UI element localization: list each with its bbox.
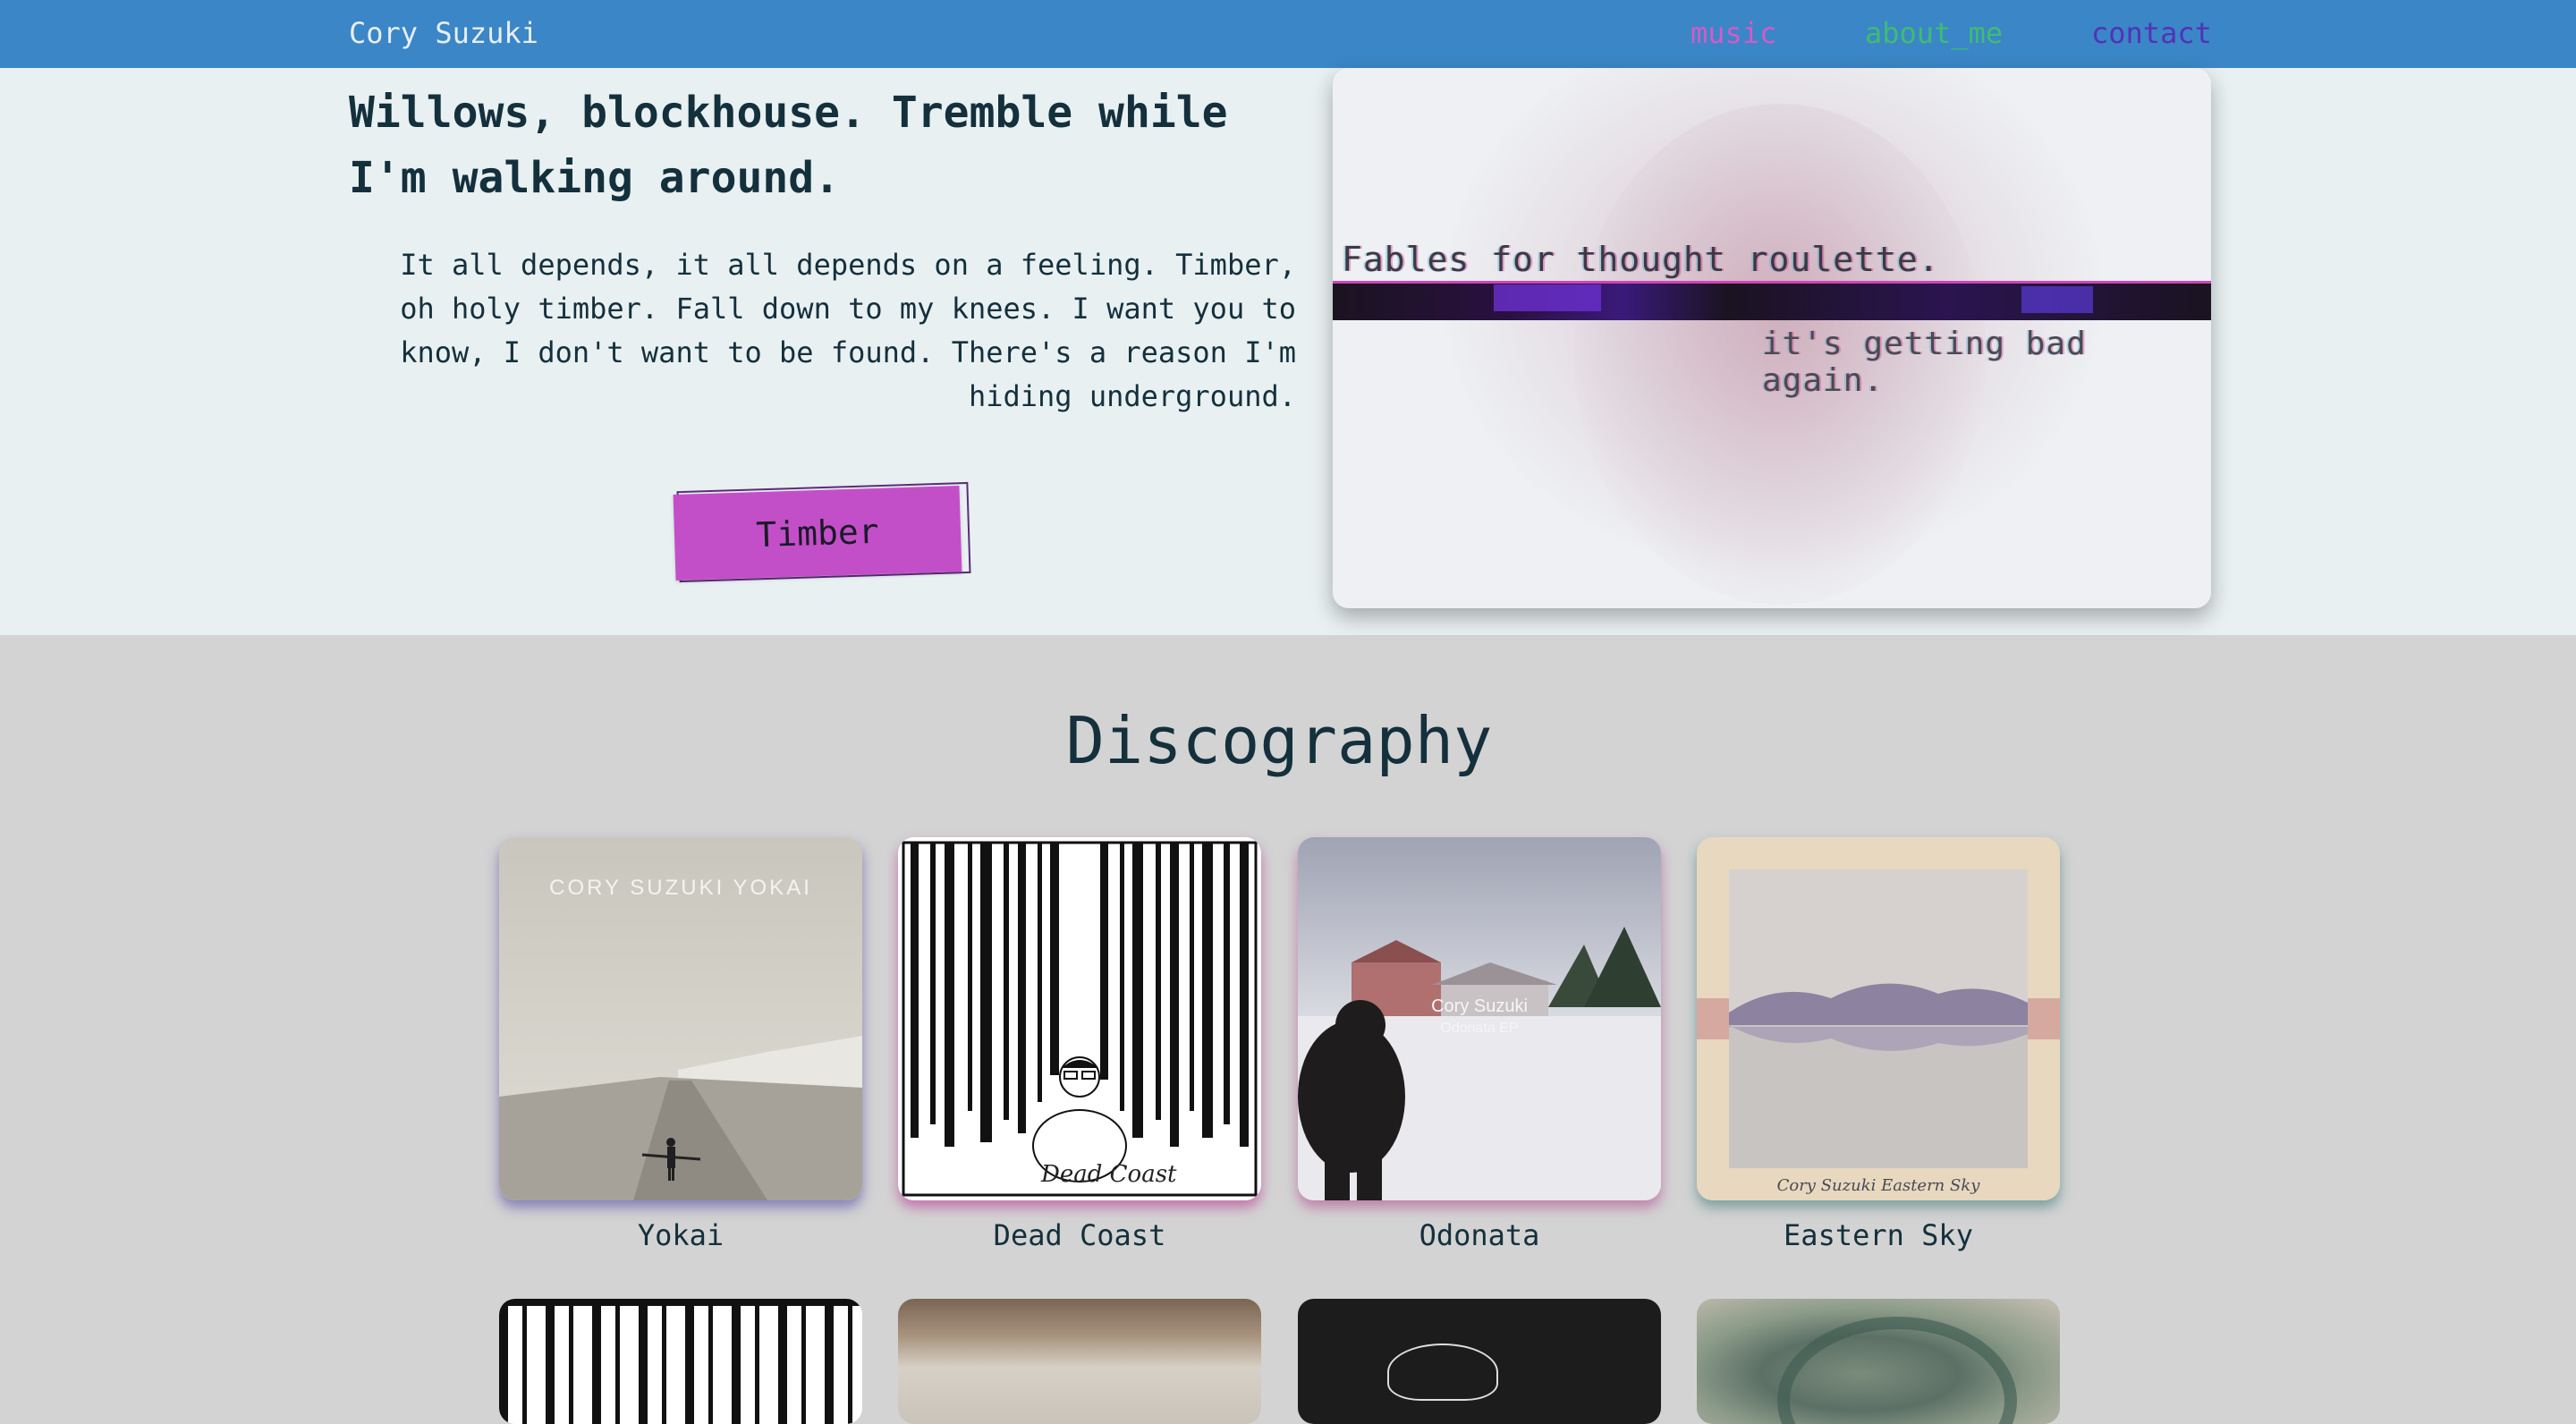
album-cover-row2-2[interactable] (898, 1299, 1261, 1424)
album-title-yokai[interactable]: Yokai (499, 1218, 862, 1252)
album-title-eastern-sky[interactable]: Eastern Sky (1697, 1218, 2060, 1252)
glitch-text-top: Fables for thought roulette. (1342, 240, 1940, 279)
site-brand[interactable]: Cory Suzuki (349, 0, 538, 66)
album-cover-row2-1[interactable] (499, 1299, 862, 1424)
hero-image: Fables for thought roulette. it's gettin… (1333, 68, 2211, 608)
album-cover-row2-4[interactable] (1697, 1299, 2060, 1424)
odonata-cover-artist: Cory Suzuki (1431, 996, 1528, 1016)
dead-coast-cover-text: Dead Coast (1040, 1161, 1177, 1188)
yokai-cover-text: CORY SUZUKI YOKAI (549, 876, 812, 900)
album-card-odonata[interactable]: Cory Suzuki Odonata EP Odonata (1298, 837, 1661, 1252)
album-cover-eastern-sky[interactable]: Cory Suzuki Eastern Sky (1697, 837, 2060, 1200)
album-title-dead-coast[interactable]: Dead Coast (898, 1218, 1261, 1252)
hero-section: Willows, blockhouse. Tremble while I'm w… (0, 68, 2576, 635)
album-card-yokai[interactable]: CORY SUZUKI YOKAI Yokai (499, 837, 862, 1252)
nav-link-music[interactable]: music (1690, 0, 1776, 66)
odonata-cover-title: Odonata EP (1440, 1021, 1518, 1036)
nav-link-about-me[interactable]: about_me (1865, 0, 2003, 66)
album-cover-dead-coast[interactable]: Dead Coast (898, 837, 1261, 1200)
top-nav: Cory Suzuki music about_me contact (0, 0, 2576, 68)
album-card-eastern-sky[interactable]: Cory Suzuki Eastern Sky Eastern Sky (1697, 837, 2060, 1252)
timber-button[interactable]: Timber (673, 485, 962, 581)
album-title-odonata[interactable]: Odonata (1298, 1218, 1661, 1252)
album-cover-row2-3[interactable] (1298, 1299, 1661, 1424)
discography-title: Discography (1065, 703, 1493, 778)
hero-lyrics: It all depends, it all depends on a feel… (400, 248, 1296, 413)
album-cover-yokai[interactable]: CORY SUZUKI YOKAI (499, 837, 862, 1200)
hero-heading: Willows, blockhouse. Tremble while I'm w… (349, 88, 1228, 203)
timber-button-wrapper: Timber (673, 481, 977, 583)
album-cover-odonata[interactable]: Cory Suzuki Odonata EP (1298, 837, 1661, 1200)
album-card-dead-coast[interactable]: Dead Coast Dead Coast (898, 837, 1261, 1252)
eastern-sky-cover-text: Cory Suzuki Eastern Sky (1777, 1176, 1981, 1195)
glitch-text-bottom: it's getting bad again. (1762, 326, 2087, 399)
glitch-bar (1333, 281, 2211, 320)
nav-link-contact[interactable]: contact (2091, 0, 2212, 66)
